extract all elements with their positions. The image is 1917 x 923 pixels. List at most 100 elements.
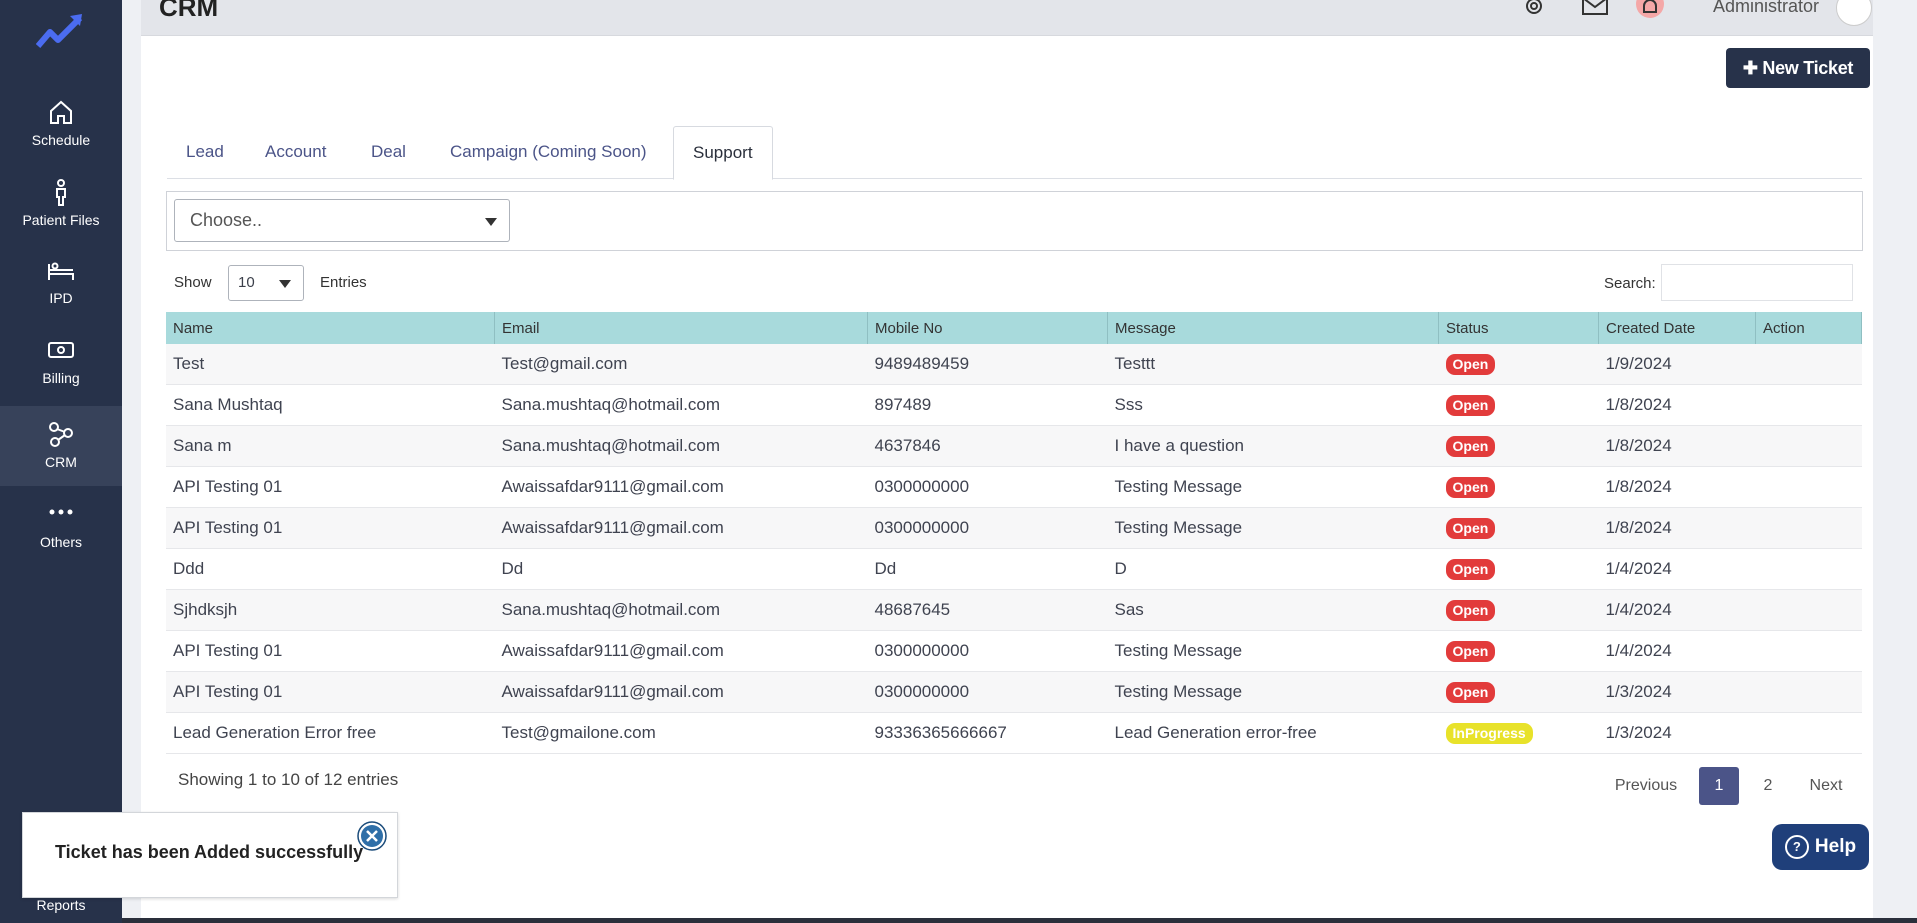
user-name[interactable]: Administrator [1713,0,1819,17]
cell-message: Lead Generation error-free [1107,712,1439,754]
cell-mobile: 0300000000 [867,507,1108,549]
caret-down-icon [485,218,497,226]
column-header[interactable]: Message [1107,312,1439,344]
person-icon [56,179,66,206]
entries-value: 10 [238,274,255,291]
cell-action[interactable] [1755,384,1862,426]
tab-lead[interactable]: Lead [167,126,243,178]
table-row[interactable]: API Testing 01 Awaissafdar9111@gmail.com 0… [166,630,1862,672]
cell-mobile: 0300000000 [867,466,1108,508]
search-input[interactable] [1661,264,1853,301]
home-icon [50,100,72,124]
tab-account[interactable]: Account [246,126,345,178]
table-row[interactable]: API Testing 01 Awaissafdar9111@gmail.com 0… [166,671,1862,713]
sidebar-item-billing[interactable]: Billing [0,336,122,392]
cell-status: Open [1438,466,1599,508]
cell-action[interactable] [1755,507,1862,549]
new-ticket-button[interactable]: ✚ New Ticket [1726,48,1870,88]
page-title: CRM [159,0,219,22]
logo-icon[interactable] [36,12,84,52]
table-row[interactable]: Sana Mushtaq Sana.mushtaq@hotmail.com 8974… [166,384,1862,426]
entries-label: Entries [320,274,367,291]
more-icon [49,509,73,515]
tickets-table: Name Email Mobile No Message Status Crea… [166,312,1862,754]
cell-email: Test@gmail.com [494,344,868,385]
entries-summary: Showing 1 to 10 of 12 entries [178,770,399,789]
table-row[interactable]: Sana m Sana.mushtaq@hotmail.com 4637846 I h… [166,425,1862,467]
cell-email: Sana.mushtaq@hotmail.com [494,589,868,631]
table-row[interactable]: Sjhdksjh Sana.mushtaq@hotmail.com 48687645… [166,589,1862,631]
cell-date: 1/4/2024 [1598,548,1756,590]
page-header: CRM Administrator [141,0,1873,36]
cell-status: InProgress [1438,712,1599,754]
cell-name: API Testing 01 [166,630,495,672]
cell-name: API Testing 01 [166,466,495,508]
cell-date: 1/3/2024 [1598,712,1756,754]
entries-select[interactable]: 10 [228,265,304,301]
cell-status: Open [1438,425,1599,467]
caret-down-icon [279,280,291,288]
gear-icon[interactable] [1519,0,1549,26]
cell-action[interactable] [1755,548,1862,590]
sidebar-item-crm[interactable]: CRM [0,406,122,486]
pagination-page-2[interactable]: 2 [1748,767,1788,805]
cell-email: Awaissafdar9111@gmail.com [494,671,868,713]
table-row[interactable]: API Testing 01 Awaissafdar9111@gmail.com 0… [166,507,1862,549]
close-icon[interactable] [357,821,387,851]
show-label: Show [174,274,212,291]
tab-support[interactable]: Support [673,126,773,180]
sidebar-item-label: CRM [45,454,77,470]
cell-date: 1/4/2024 [1598,589,1756,631]
cell-action[interactable] [1755,712,1862,754]
cell-action[interactable] [1755,425,1862,467]
tab-deal[interactable]: Deal [352,126,425,178]
sidebar-item-ipd[interactable]: IPD [0,256,122,312]
cell-action[interactable] [1755,671,1862,713]
status-badge: Open [1445,476,1496,498]
sidebar-item-schedule[interactable]: Schedule [0,98,122,156]
sidebar-item-patient-files[interactable]: Patient Files [0,178,122,236]
column-header[interactable]: Status [1438,312,1599,344]
column-header[interactable]: Created Date [1598,312,1756,344]
table-row[interactable]: Ddd Dd Dd D Open 1/4/2024 [166,548,1862,590]
avatar[interactable] [1836,0,1872,26]
bell-icon[interactable] [1635,0,1665,26]
cell-action[interactable] [1755,466,1862,508]
search-label: Search: [1604,275,1656,292]
filter-select-value: Choose.. [190,210,263,230]
cell-action[interactable] [1755,589,1862,631]
column-header[interactable]: Action [1755,312,1862,344]
cell-action[interactable] [1755,344,1862,385]
cell-message: Testing Message [1107,507,1439,549]
sidebar-item-others[interactable]: Others [0,500,122,556]
pagination-previous[interactable]: Previous [1606,767,1686,805]
column-header[interactable]: Mobile No [867,312,1108,344]
cell-mobile: 48687645 [867,589,1108,631]
scrollbar[interactable] [1888,0,1902,923]
column-header[interactable]: Name [166,312,495,344]
cell-message: Testtt [1107,344,1439,385]
cell-name: Ddd [166,548,495,590]
table-header-row: Name Email Mobile No Message Status Crea… [166,312,1862,344]
help-button[interactable]: ? Help [1772,824,1869,870]
cell-email: Test@gmailone.com [494,712,868,754]
cell-mobile: 4637846 [867,425,1108,467]
cell-date: 1/4/2024 [1598,630,1756,672]
cell-email: Awaissafdar9111@gmail.com [494,507,868,549]
filter-select[interactable]: Choose.. [174,199,510,242]
mail-icon[interactable] [1580,0,1610,26]
pagination-next[interactable]: Next [1798,767,1854,805]
tab-campaign[interactable]: Campaign (Coming Soon) [431,126,666,178]
table-row[interactable]: Test Test@gmail.com 9489489459 Testtt Open 1/… [166,344,1862,385]
table-row[interactable]: API Testing 01 Awaissafdar9111@gmail.com 0… [166,466,1862,508]
pagination-page-1[interactable]: 1 [1699,767,1739,805]
cell-action[interactable] [1755,630,1862,672]
cell-status: Open [1438,630,1599,672]
filter-box: Choose.. [166,191,1863,251]
cell-message: Testing Message [1107,671,1439,713]
sidebar-item-reports[interactable]: Reports [0,897,122,913]
column-header[interactable]: Email [494,312,868,344]
cell-date: 1/8/2024 [1598,507,1756,549]
table-row[interactable]: Lead Generation Error free Test@gmailone.… [166,712,1862,754]
bottom-bar [122,918,1917,923]
